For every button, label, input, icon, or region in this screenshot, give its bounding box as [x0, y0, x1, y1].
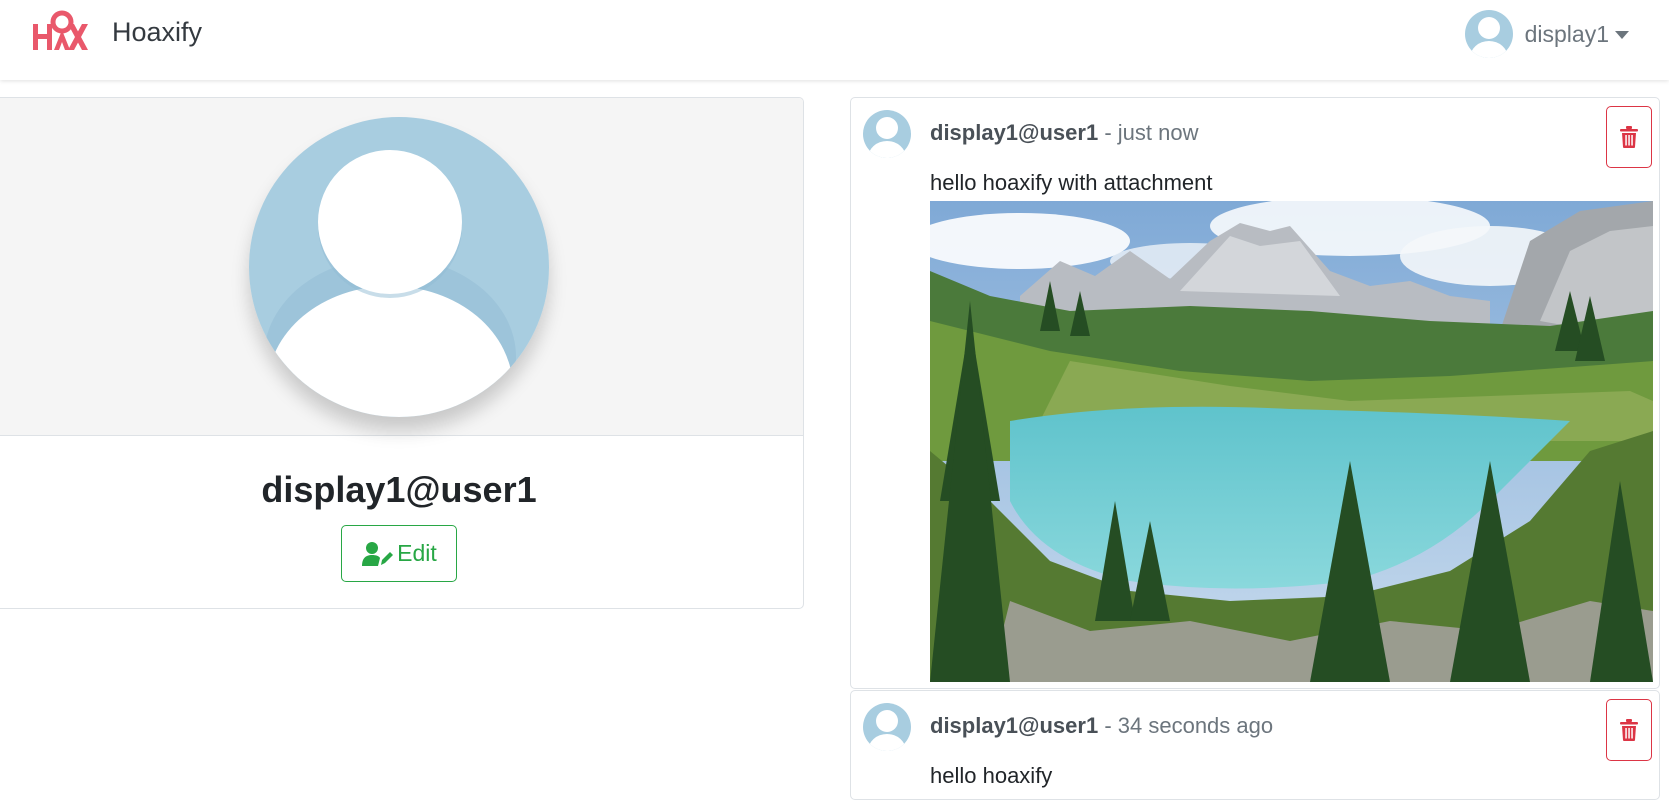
- profile-username: display1@user1: [261, 469, 537, 510]
- brand-name: Hoaxify: [112, 16, 203, 47]
- hoax-content: hello hoaxify with attachment: [930, 170, 1213, 195]
- user-edit-icon: [362, 541, 394, 566]
- user-menu-dropdown[interactable]: display1: [1464, 10, 1629, 58]
- hoax-username-link[interactable]: display1@user1: [930, 713, 1098, 738]
- trash-icon: [1620, 126, 1638, 148]
- profile-card-body: display1@user1 Edit: [0, 436, 803, 582]
- delete-hoax-button[interactable]: [1606, 699, 1652, 761]
- hoax-content: hello hoaxify: [930, 763, 1053, 788]
- hoax-card: display1@user1 - 34 seconds ago hello ho…: [850, 690, 1660, 800]
- hoax-user-avatar: [863, 110, 911, 158]
- user-avatar: [1464, 10, 1513, 58]
- hoax-timestamp: just now: [1117, 120, 1199, 145]
- profile-card-header: [0, 98, 803, 436]
- user-menu-name: display1: [1524, 20, 1609, 47]
- profile-card: display1@user1 Edit: [0, 97, 804, 609]
- hoax-username-link[interactable]: display1@user1: [930, 120, 1098, 145]
- hoaxify-logo: [33, 10, 88, 50]
- brand-link[interactable]: Hoaxify: [32, 10, 202, 54]
- caret-down-icon: [1615, 31, 1629, 39]
- edit-profile-button[interactable]: Edit: [341, 525, 457, 582]
- profile-avatar: [249, 117, 549, 417]
- hoax-meta: display1@user1 - just now: [930, 120, 1198, 146]
- edit-button-label: Edit: [397, 540, 437, 566]
- navbar: Hoaxify display1: [0, 0, 1669, 80]
- hoax-card: display1@user1 - just now hello hoaxify …: [850, 97, 1660, 689]
- delete-hoax-button[interactable]: [1606, 106, 1652, 168]
- trash-icon: [1620, 719, 1638, 741]
- hoax-separator: -: [1098, 713, 1118, 738]
- hoax-attachment-image: [930, 201, 1653, 682]
- hoax-user-avatar: [863, 703, 911, 751]
- hoax-meta: display1@user1 - 34 seconds ago: [930, 713, 1273, 739]
- hoax-timestamp: 34 seconds ago: [1117, 713, 1274, 738]
- hoax-separator: -: [1098, 120, 1118, 145]
